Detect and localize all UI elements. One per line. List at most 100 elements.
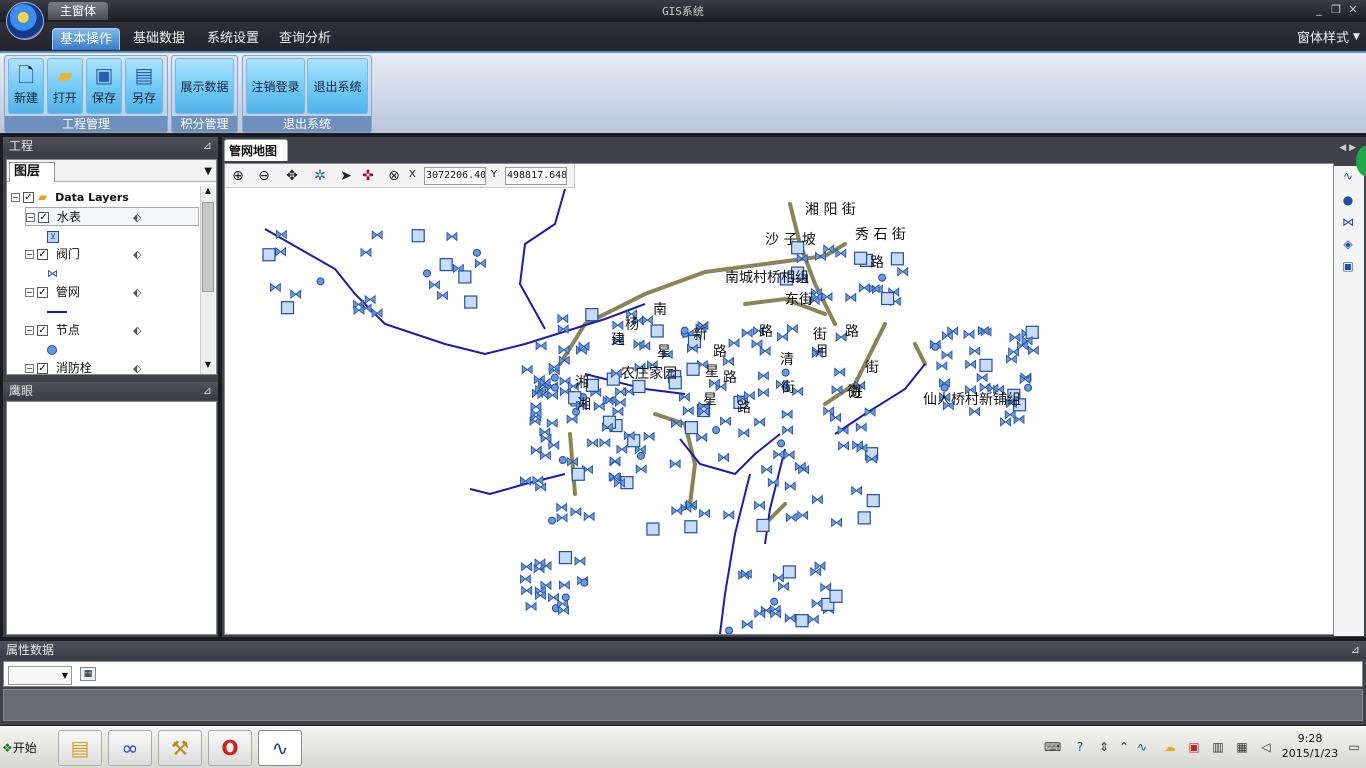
pipe-network-map[interactable]: 湘 阳 街秀 石 街沙 子 坡路南城村桥相组东街南杨建 新路路街路星路星清 月街湘湘… — [225, 164, 1334, 635]
tab-nav-arrows-icon[interactable]: ◀ ▶ — [1339, 143, 1356, 153]
valve-symbol[interactable] — [540, 433, 552, 444]
valve-symbol[interactable] — [535, 340, 547, 351]
water-meter-symbol[interactable] — [890, 252, 904, 266]
valve-symbol[interactable] — [767, 477, 779, 488]
select-arrow-icon[interactable]: ➤ — [337, 167, 355, 185]
layer-checkbox[interactable]: ✓ — [38, 212, 49, 223]
node-symbol[interactable] — [940, 383, 949, 392]
layer-checkbox[interactable]: ✓ — [37, 249, 48, 260]
valve-symbol[interactable] — [784, 481, 796, 491]
valve-symbol[interactable] — [815, 251, 826, 262]
node-symbol[interactable] — [680, 326, 689, 335]
node-symbol[interactable] — [636, 451, 645, 460]
valve-symbol[interactable] — [834, 367, 846, 378]
tag-icon[interactable]: ⬖ — [133, 359, 141, 378]
valve-symbol[interactable] — [521, 585, 533, 596]
node-symbol[interactable] — [550, 383, 559, 392]
node-symbol[interactable] — [316, 277, 325, 286]
valve-symbol[interactable] — [566, 414, 578, 425]
new-button[interactable]: 🗋 新建 — [8, 58, 44, 114]
valve-symbol[interactable] — [557, 313, 569, 324]
valve-symbol[interactable] — [1027, 345, 1039, 356]
valve-symbol[interactable] — [787, 323, 798, 334]
valve-symbol[interactable] — [785, 512, 797, 523]
node-symbol[interactable] — [712, 426, 721, 435]
node-symbol[interactable] — [770, 597, 779, 606]
valve-symbol[interactable] — [437, 290, 448, 301]
valve-symbol[interactable] — [936, 361, 948, 371]
water-meter-symbol[interactable] — [979, 358, 993, 372]
show-data-button[interactable]: 展示数据 — [175, 58, 234, 114]
pipe-tool-icon[interactable]: ∿ — [1340, 168, 1356, 184]
save-as-button[interactable]: ▤ 另存 — [125, 58, 163, 114]
valve-symbol[interactable] — [807, 614, 819, 625]
valve-symbol[interactable] — [831, 517, 842, 528]
water-meter-symbol[interactable] — [650, 324, 664, 338]
valve-symbol[interactable] — [633, 339, 645, 350]
coord-y-field[interactable]: 498817.648 — [505, 167, 567, 185]
valve-symbol[interactable] — [864, 407, 876, 417]
start-button[interactable]: ❖开始 — [2, 732, 48, 764]
water-meter-symbol[interactable] — [686, 362, 700, 376]
water-meter-symbol[interactable] — [829, 589, 843, 603]
zoom-out-icon[interactable]: ⊖ — [255, 167, 273, 185]
node-symbol[interactable] — [931, 342, 940, 351]
pin-icon[interactable]: ⊿ — [203, 137, 212, 155]
valve-symbol[interactable] — [783, 450, 795, 460]
valve-symbol[interactable] — [754, 608, 766, 619]
scroll-thumb[interactable] — [202, 202, 214, 292]
tag-icon[interactable]: ⬖ — [133, 208, 141, 227]
valve-symbol[interactable] — [556, 512, 568, 523]
valve-symbol[interactable] — [781, 409, 793, 420]
valve-symbol[interactable] — [811, 598, 823, 609]
valve-symbol[interactable] — [642, 315, 653, 325]
clipboard-icon[interactable]: ▥ — [1210, 739, 1226, 755]
valve-symbol[interactable] — [360, 247, 372, 258]
valve-symbol[interactable] — [845, 292, 857, 303]
node-symbol[interactable] — [550, 373, 559, 382]
hydrant-tool-icon[interactable]: ◈ — [1340, 236, 1356, 252]
coord-x-field[interactable]: 3072206.40 — [424, 167, 486, 185]
layer-item-pipe[interactable]: − ✓ 管网 ⬖ — [25, 283, 199, 302]
valve-symbol[interactable] — [643, 431, 655, 442]
water-meter-symbol[interactable] — [684, 520, 698, 534]
tab-query-analysis[interactable]: 查询分析 — [272, 28, 338, 50]
tab-base-data[interactable]: 基础数据 — [126, 28, 192, 50]
valve-symbol[interactable] — [837, 425, 849, 436]
gis-tray-icon[interactable]: ∿ — [1134, 739, 1150, 755]
gis-app-icon[interactable]: ∿ — [258, 730, 302, 766]
valve-symbol[interactable] — [718, 452, 730, 463]
keyboard-icon[interactable]: ⌨ — [1044, 739, 1061, 755]
valve-symbol[interactable] — [269, 282, 281, 293]
valve-symbol[interactable] — [821, 291, 833, 302]
pin-icon[interactable]: ⊿ — [1351, 641, 1360, 659]
valve-symbol[interactable] — [548, 440, 560, 450]
full-extent-icon[interactable]: ✲ — [311, 167, 329, 185]
tab-pipe-map[interactable]: 管网地图 — [224, 139, 288, 161]
valve-symbol[interactable] — [759, 346, 771, 356]
valve-symbol[interactable] — [557, 599, 569, 609]
collapse-icon[interactable]: − — [25, 250, 34, 259]
valve-symbol[interactable] — [738, 428, 750, 438]
clear-icon[interactable]: ⊗ — [385, 167, 403, 185]
app-menu-orb-icon[interactable] — [6, 2, 44, 40]
valve-symbol[interactable] — [751, 339, 763, 349]
water-meter-symbol[interactable] — [571, 467, 585, 481]
zoom-in-icon[interactable]: ⊕ — [229, 167, 247, 185]
pan-icon[interactable]: ✥ — [283, 167, 301, 185]
move-icon[interactable]: ✜ — [359, 167, 377, 185]
valve-symbol[interactable] — [823, 406, 835, 416]
valve-symbol[interactable] — [612, 320, 624, 331]
water-meter-symbol[interactable] — [795, 614, 809, 628]
valve-symbol[interactable] — [969, 406, 981, 417]
valve-symbol[interactable] — [696, 432, 708, 443]
water-meter-symbol[interactable] — [684, 421, 699, 435]
layer-checkbox[interactable]: ✓ — [37, 325, 48, 336]
messenger-icon[interactable]: ☁ — [1162, 739, 1178, 755]
valve-symbol[interactable] — [720, 416, 731, 427]
valve-symbol[interactable] — [364, 294, 376, 305]
valve-symbol[interactable] — [830, 412, 842, 423]
network-icon[interactable]: ▦ — [1234, 739, 1250, 755]
valve-symbol[interactable] — [761, 464, 773, 475]
water-meter-symbol[interactable] — [782, 565, 796, 579]
